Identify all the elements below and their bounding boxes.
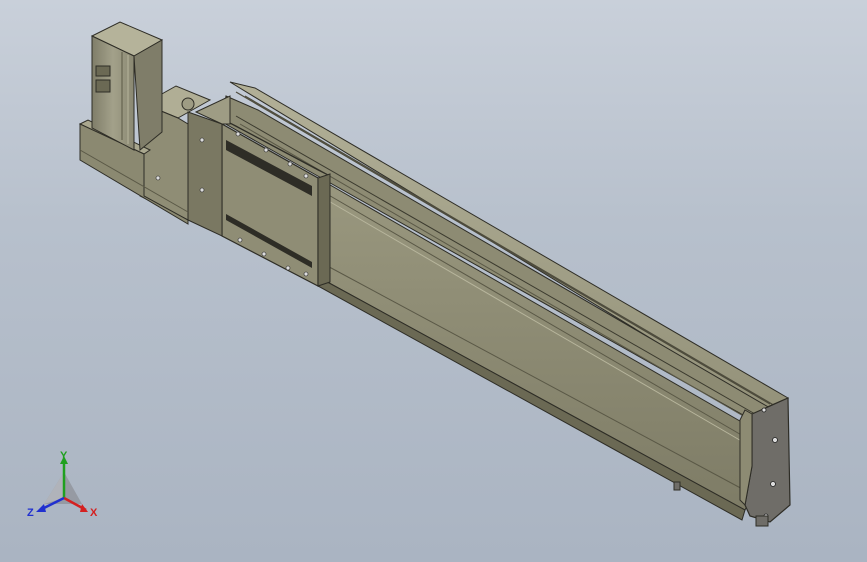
carriage-bolt-4 <box>303 173 309 179</box>
end-cap-foot <box>755 515 769 527</box>
end-cap-screw-3 <box>770 481 776 487</box>
triad-x-arrow <box>80 504 88 512</box>
carriage-bolt-1 <box>235 131 241 137</box>
coupling-flange <box>187 111 223 237</box>
cad-viewport[interactable]: Y X Z <box>0 0 867 562</box>
carriage-bolt-7 <box>285 265 291 271</box>
triad-y-label: Y <box>60 450 68 462</box>
coupling-top-hole <box>181 97 195 111</box>
carriage-bolt-8 <box>303 271 309 277</box>
flange-screw-1 <box>199 137 205 143</box>
end-cap-screw-2 <box>772 437 778 443</box>
motor-side <box>133 39 163 152</box>
triad-x-label: X <box>90 507 98 519</box>
servo-motor[interactable] <box>90 21 164 152</box>
motor-connector-2[interactable] <box>95 79 111 93</box>
carriage-side <box>317 173 331 287</box>
coupling-screw <box>155 175 161 181</box>
motor-connector-1[interactable] <box>95 65 111 77</box>
end-cap-screw-1 <box>761 407 767 413</box>
coordinate-triad: Y X Z <box>27 450 98 519</box>
rail-bottom-tab <box>673 481 681 491</box>
carriage-bolt-5 <box>237 237 243 243</box>
linear-actuator-model[interactable] <box>0 0 867 562</box>
carriage-bolt-6 <box>261 251 267 257</box>
triad-z-arrow <box>36 504 46 512</box>
triad-z-label: Z <box>27 507 34 519</box>
carriage-bolt-3 <box>287 161 293 167</box>
flange-screw-2 <box>199 187 205 193</box>
rail-body[interactable] <box>221 81 790 521</box>
carriage-bolt-2 <box>263 147 269 153</box>
